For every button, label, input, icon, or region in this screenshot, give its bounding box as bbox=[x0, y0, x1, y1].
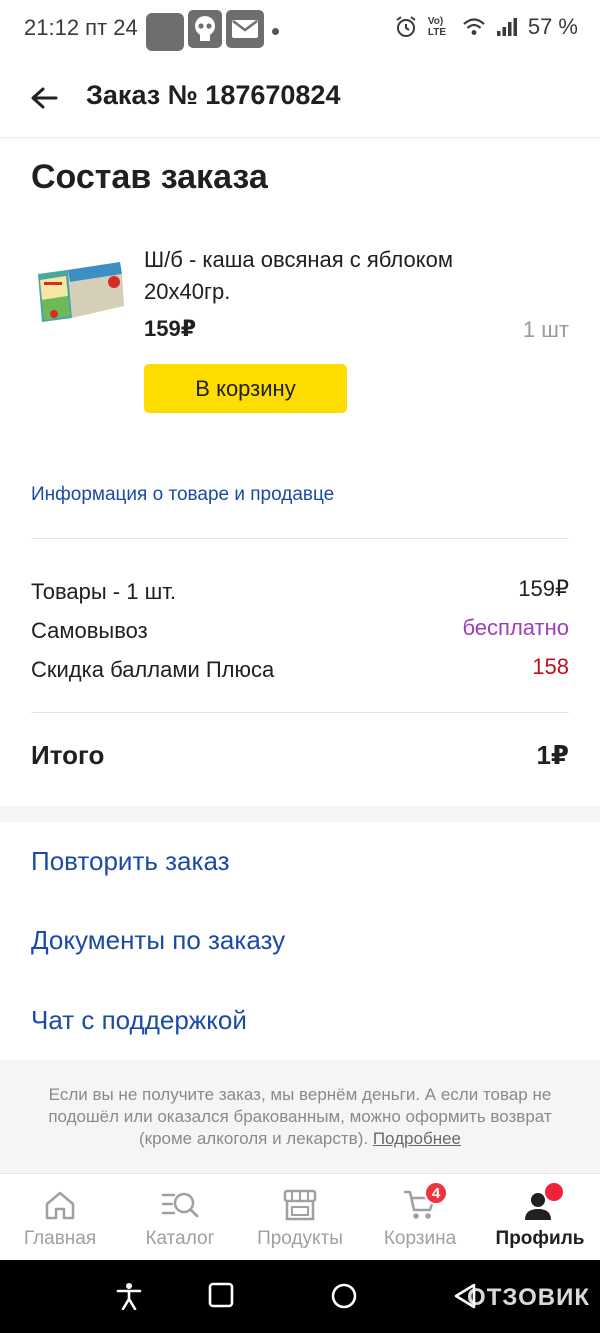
wifi-icon bbox=[462, 17, 486, 37]
more-notifications-dot bbox=[272, 28, 279, 35]
total-label: Итого bbox=[31, 740, 105, 770]
discount-label: Скидка баллами Плюса bbox=[31, 657, 275, 682]
tab-label: Продукты bbox=[257, 1228, 343, 1249]
status-time: 21:12 пт 24 bbox=[24, 15, 138, 40]
pickup-value: бесплатно bbox=[462, 615, 569, 640]
tab-cart[interactable]: 4 Корзина bbox=[360, 1175, 480, 1260]
volte-icon: Vo) LTE bbox=[427, 16, 446, 38]
product-image[interactable] bbox=[32, 256, 128, 328]
tab-label: Профиль bbox=[495, 1228, 585, 1249]
battery-level: 57 % bbox=[527, 14, 578, 39]
catalog-search-icon bbox=[160, 1187, 200, 1223]
tab-label: Корзина bbox=[383, 1228, 457, 1249]
divider bbox=[31, 538, 569, 539]
alarm-icon bbox=[394, 15, 418, 39]
accessibility-icon[interactable] bbox=[116, 1282, 142, 1315]
product-price: 159₽ bbox=[144, 316, 197, 341]
store-icon bbox=[280, 1187, 320, 1223]
cart-count-badge: 4 bbox=[424, 1181, 448, 1205]
divider bbox=[31, 712, 569, 713]
refund-more-link[interactable]: Подробнее bbox=[373, 1129, 461, 1148]
tab-catalog[interactable]: Каталог bbox=[120, 1175, 240, 1260]
product-seller-info-link[interactable]: Информация о товаре и продавце bbox=[31, 484, 334, 506]
notification-app-icon bbox=[146, 12, 184, 51]
total-value: 1₽ bbox=[536, 740, 569, 770]
add-to-cart-button[interactable]: В корзину bbox=[144, 364, 347, 413]
product-quantity: 1 шт bbox=[522, 317, 569, 342]
status-right: Vo) LTE 57 % bbox=[394, 14, 578, 40]
tab-label: Каталог bbox=[145, 1228, 215, 1249]
arrow-left-icon bbox=[31, 87, 58, 109]
profile-notification-dot bbox=[543, 1181, 565, 1203]
signal-icon bbox=[496, 17, 518, 37]
refund-notice: Если вы не получите заказ, мы вернём ден… bbox=[0, 1060, 600, 1174]
home-circle-icon[interactable] bbox=[330, 1282, 358, 1315]
home-icon bbox=[40, 1187, 80, 1223]
tab-products[interactable]: Продукты bbox=[240, 1175, 360, 1260]
watermark-logo: ОТЗОВИК bbox=[467, 1284, 590, 1311]
skull-icon bbox=[188, 10, 222, 53]
product-name[interactable]: Ш/б - каша овсяная с яблоком 20х40гр. bbox=[144, 244, 544, 308]
page-title: Заказ № 187670824 bbox=[86, 80, 341, 110]
back-button[interactable] bbox=[24, 78, 64, 118]
app-header: Заказ № 187670824 bbox=[0, 58, 600, 138]
bottom-tab-bar: Главная Каталог Продукты 4 Корзина Профи… bbox=[0, 1175, 600, 1260]
recent-apps-icon[interactable] bbox=[208, 1282, 234, 1313]
goods-label: Товары - 1 шт. bbox=[31, 579, 176, 604]
tab-home[interactable]: Главная bbox=[0, 1175, 120, 1260]
section-separator bbox=[0, 806, 600, 822]
repeat-order-link[interactable]: Повторить заказ bbox=[31, 846, 230, 877]
order-documents-link[interactable]: Документы по заказу bbox=[31, 925, 285, 956]
discount-value: 158 bbox=[532, 654, 569, 679]
section-title: Состав заказа bbox=[31, 158, 268, 196]
goods-value: 159₽ bbox=[518, 576, 569, 601]
tab-label: Главная bbox=[23, 1228, 97, 1249]
mail-icon bbox=[226, 10, 264, 53]
pickup-label: Самовывоз bbox=[31, 618, 148, 643]
tab-profile[interactable]: Профиль bbox=[480, 1175, 600, 1260]
status-bar: 21:12 пт 24 Vo) LTE 57 % bbox=[0, 0, 600, 58]
support-chat-link[interactable]: Чат с поддержкой bbox=[31, 1005, 247, 1036]
notification-icons bbox=[146, 10, 279, 53]
refund-notice-text: Если вы не получите заказ, мы вернём ден… bbox=[48, 1085, 552, 1148]
